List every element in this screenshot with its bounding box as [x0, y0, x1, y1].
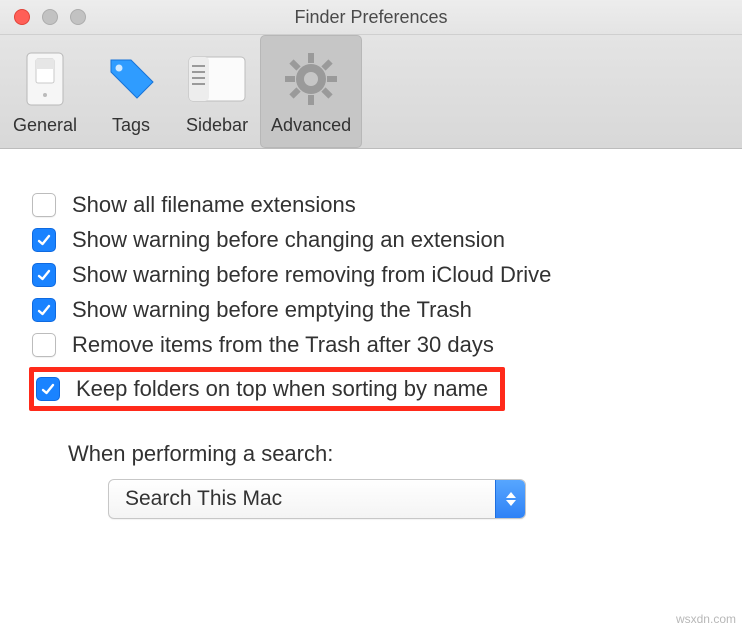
- checkbox-icon[interactable]: [32, 298, 56, 322]
- option-folders-on-top[interactable]: Keep folders on top when sorting by name: [36, 376, 488, 402]
- zoom-window-button[interactable]: [70, 9, 86, 25]
- option-warn-icloud[interactable]: Show warning before removing from iCloud…: [32, 262, 722, 288]
- checkbox-icon[interactable]: [32, 263, 56, 287]
- tab-sidebar[interactable]: Sidebar: [174, 35, 260, 148]
- tab-tags[interactable]: Tags: [88, 35, 174, 148]
- option-label: Remove items from the Trash after 30 day…: [72, 332, 494, 358]
- select-value: Search This Mac: [125, 487, 282, 511]
- tab-label: Tags: [112, 115, 150, 136]
- option-warn-trash[interactable]: Show warning before emptying the Trash: [32, 297, 722, 323]
- tab-advanced[interactable]: Advanced: [260, 35, 362, 148]
- chevron-up-down-icon: [495, 480, 525, 518]
- search-scope-select[interactable]: Search This Mac: [108, 479, 526, 519]
- tab-general[interactable]: General: [2, 35, 88, 148]
- tab-label: Advanced: [271, 115, 351, 136]
- window-title: Finder Preferences: [0, 7, 742, 28]
- option-label: Keep folders on top when sorting by name: [76, 376, 488, 402]
- sidebar-icon: [188, 49, 246, 109]
- switch-icon: [23, 49, 67, 109]
- option-label: Show warning before changing an extensio…: [72, 227, 505, 253]
- tab-label: General: [13, 115, 77, 136]
- tab-label: Sidebar: [186, 115, 248, 136]
- checkbox-icon[interactable]: [32, 228, 56, 252]
- preferences-toolbar: General Tags Sidebar: [0, 35, 742, 149]
- gear-icon: [283, 49, 339, 109]
- watermark: wsxdn.com: [676, 612, 736, 626]
- search-section-label: When performing a search:: [68, 441, 722, 467]
- highlighted-option: Keep folders on top when sorting by name: [29, 367, 505, 411]
- minimize-window-button[interactable]: [42, 9, 58, 25]
- close-window-button[interactable]: [14, 9, 30, 25]
- option-show-extensions[interactable]: Show all filename extensions: [32, 192, 722, 218]
- option-label: Show warning before removing from iCloud…: [72, 262, 551, 288]
- titlebar: Finder Preferences: [0, 0, 742, 35]
- option-label: Show all filename extensions: [72, 192, 356, 218]
- tag-icon: [103, 49, 159, 109]
- option-trash-30-days[interactable]: Remove items from the Trash after 30 day…: [32, 332, 722, 358]
- checkbox-icon[interactable]: [32, 333, 56, 357]
- advanced-pane: Show all filename extensions Show warnin…: [0, 149, 742, 549]
- checkbox-icon[interactable]: [36, 377, 60, 401]
- window-controls: [0, 9, 86, 25]
- checkbox-icon[interactable]: [32, 193, 56, 217]
- option-label: Show warning before emptying the Trash: [72, 297, 472, 323]
- option-warn-extension[interactable]: Show warning before changing an extensio…: [32, 227, 722, 253]
